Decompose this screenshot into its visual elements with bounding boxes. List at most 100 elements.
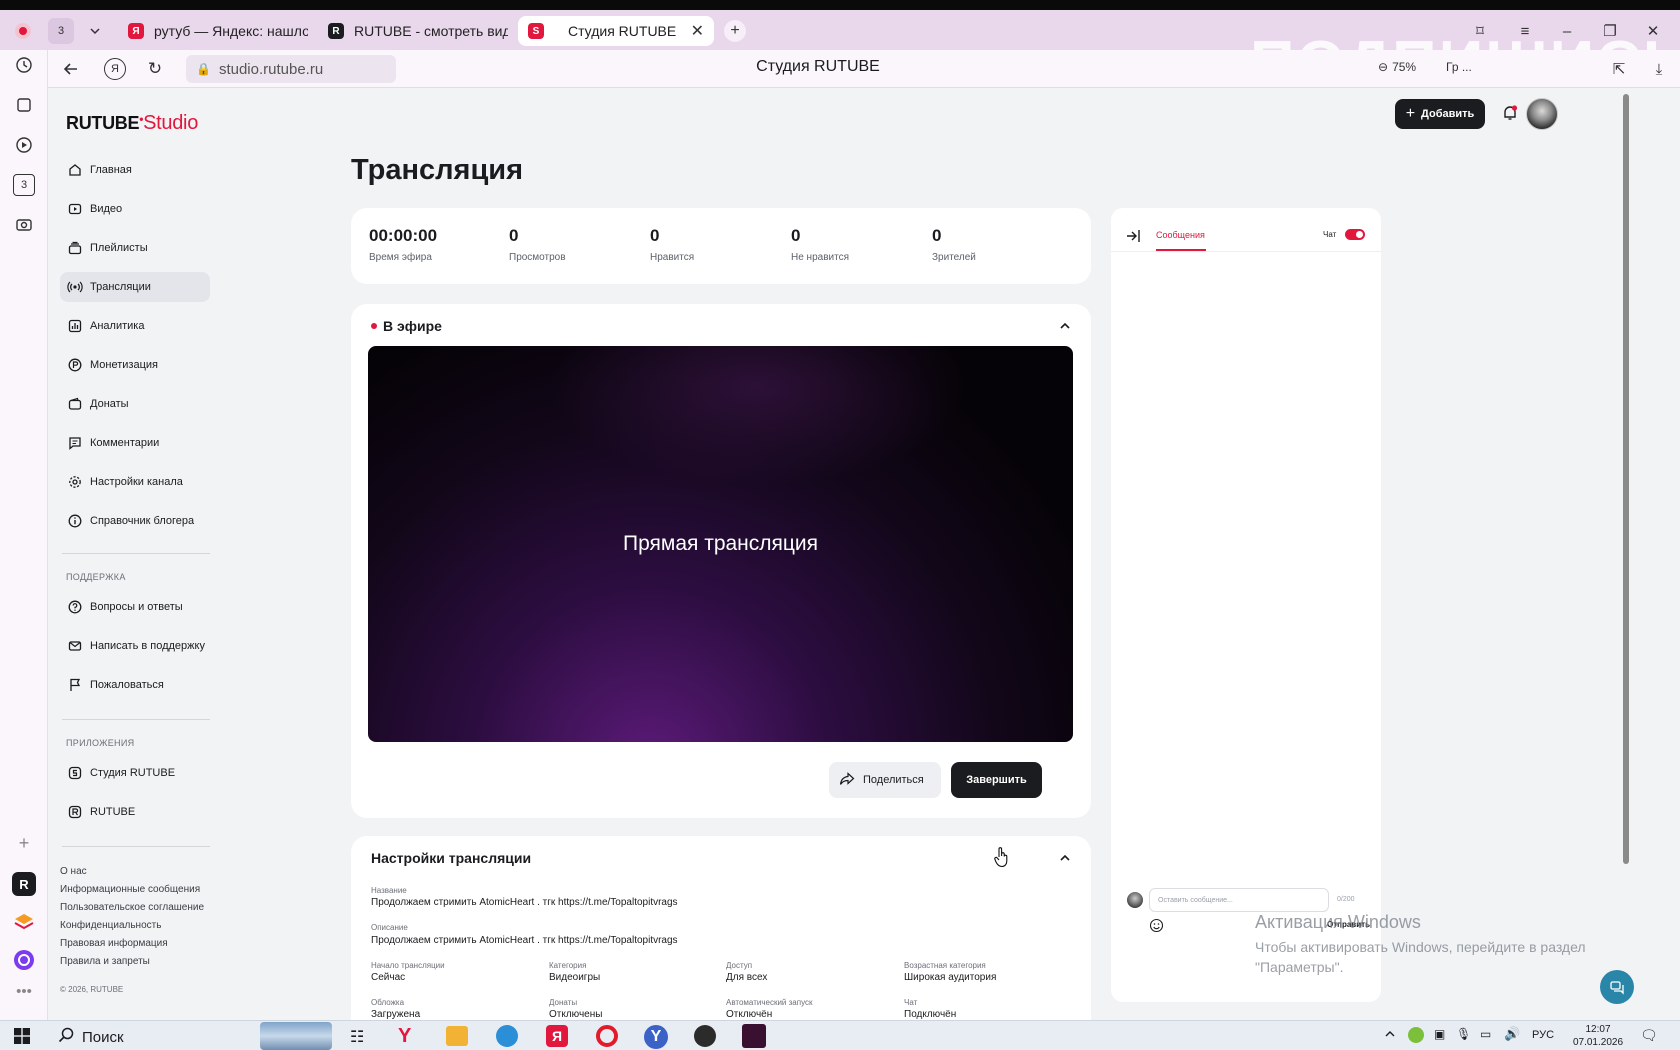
sidebar-item-report[interactable]: Пожаловаться xyxy=(60,670,210,700)
tab-rutube[interactable]: R RUTUBE - смотреть виде xyxy=(318,16,508,46)
sidebar-item-playlists[interactable]: Плейлисты xyxy=(60,233,210,263)
sidebar-item-analytics[interactable]: Аналитика xyxy=(60,311,210,341)
logo-main: RUTUBE xyxy=(66,113,140,133)
share-page-icon[interactable]: ⇱ xyxy=(1608,58,1630,80)
tray-network-icon[interactable]: ▭ xyxy=(1480,1027,1491,1041)
task-view-icon[interactable]: ☷ xyxy=(350,1027,368,1046)
stat-label: Время эфира xyxy=(369,252,432,263)
chevron-up-icon[interactable] xyxy=(1057,318,1073,334)
tab-counter[interactable]: 3 xyxy=(48,18,74,44)
emoji-icon[interactable] xyxy=(1149,918,1165,934)
sidebar-item-donations[interactable]: Донаты xyxy=(60,389,210,419)
more-icon[interactable]: ••• xyxy=(13,983,35,1000)
alice-panel-icon[interactable] xyxy=(12,948,36,972)
zoom-value: 75% xyxy=(1392,60,1417,74)
chat-toggle[interactable] xyxy=(1345,229,1365,240)
stats-card: 00:00:00 Время эфира 0 Просмотров 0 Нрав… xyxy=(351,208,1091,284)
footer-link-user-agreement[interactable]: Пользовательское соглашение xyxy=(60,902,204,913)
search-label: Поиск xyxy=(82,1028,124,1046)
extension-label[interactable]: Гр ... xyxy=(1446,60,1472,74)
sidebar-item-video[interactable]: Видео xyxy=(60,194,210,224)
sidebar-item-write-support[interactable]: Написать в поддержку xyxy=(60,631,210,661)
collections-icon[interactable] xyxy=(13,94,35,116)
sidebar-item-label: Вопросы и ответы xyxy=(90,601,183,613)
tab-studio-rutube[interactable]: S Студия RUTUBE ✕ xyxy=(518,16,714,46)
rutube-panel-icon[interactable]: R xyxy=(12,872,36,896)
tray-volume-icon[interactable]: 🔊 xyxy=(1504,1026,1520,1042)
download-icon[interactable]: ⤓ xyxy=(1648,58,1670,80)
mail-app-icon[interactable] xyxy=(496,1025,518,1047)
sidebar-item-channel-settings[interactable]: Настройки канала xyxy=(60,467,210,497)
play-icon[interactable] xyxy=(13,134,35,156)
sidebar-item-comments[interactable]: Комментарии xyxy=(60,428,210,458)
yandex-app-icon[interactable]: Я xyxy=(546,1025,568,1047)
yandex-music-icon[interactable]: Y xyxy=(644,1025,668,1049)
tray-language[interactable]: РУС xyxy=(1532,1029,1554,1041)
sidebar-item-blogger-guide[interactable]: Справочник блогера xyxy=(60,506,210,536)
layers-panel-icon[interactable] xyxy=(12,910,36,934)
sidebar-item-rutube-app[interactable]: RUTUBE xyxy=(60,797,210,827)
footer-link-privacy[interactable]: Конфиденциальность xyxy=(60,920,161,931)
rutube-favicon-icon: R xyxy=(328,23,344,39)
add-button[interactable]: + Добавить xyxy=(1395,99,1485,129)
windows-start-icon[interactable] xyxy=(14,1028,30,1044)
screenshot-icon[interactable] xyxy=(13,214,35,236)
comment-icon xyxy=(66,434,84,452)
history-icon[interactable] xyxy=(13,54,35,76)
url-text: studio.rutube.ru xyxy=(218,60,324,78)
sidebar-item-home[interactable]: Главная xyxy=(60,155,210,185)
tab-messages[interactable]: Сообщения xyxy=(1156,230,1205,240)
clock-time: 12:07 xyxy=(1585,1024,1611,1035)
sidebar-item-broadcasts[interactable]: Трансляции xyxy=(60,272,210,302)
bell-icon[interactable] xyxy=(1501,104,1521,124)
sidebar-item-faq[interactable]: Вопросы и ответы xyxy=(60,592,210,622)
obs-icon[interactable] xyxy=(694,1025,716,1047)
chevron-up-icon[interactable] xyxy=(1057,850,1073,866)
video-player[interactable]: Прямая трансляция xyxy=(368,346,1073,742)
scrollbar-thumb[interactable] xyxy=(1623,94,1629,864)
sidebar-item-label: Видео xyxy=(90,203,123,215)
tray-app-icon[interactable] xyxy=(1408,1027,1424,1043)
footer-link-rules[interactable]: Правила и запреты xyxy=(60,956,150,967)
rutube-studio-logo[interactable]: RUTUBE•Studio xyxy=(66,112,198,135)
zoom-indicator[interactable]: ⊖ 75% xyxy=(1378,60,1416,74)
reload-icon[interactable]: ↻ xyxy=(144,58,166,80)
chat-avatar xyxy=(1127,892,1143,908)
yandex-home-icon[interactable]: Я xyxy=(104,58,126,80)
footer-link-legal[interactable]: Правовая информация xyxy=(60,938,168,949)
chevron-down-icon[interactable] xyxy=(84,20,106,42)
notifications-icon[interactable]: 🗨 xyxy=(1640,1027,1658,1044)
share-button[interactable]: Поделиться xyxy=(829,762,941,798)
avatar[interactable] xyxy=(1526,98,1558,130)
help-chat-button[interactable] xyxy=(1600,970,1634,1004)
tray-chevron-icon[interactable] xyxy=(1384,1028,1396,1043)
footer-link-about[interactable]: О нас xyxy=(60,866,87,877)
opera-icon[interactable] xyxy=(596,1025,618,1047)
new-tab-icon[interactable]: + xyxy=(724,20,746,42)
taskbar-search[interactable]: Поиск xyxy=(58,1027,124,1047)
live-card: В эфире Прямая трансляция Поделиться Зав… xyxy=(351,304,1091,818)
end-broadcast-button[interactable]: Завершить xyxy=(951,762,1042,798)
activation-text: Чтобы активировать Windows, перейдите в … xyxy=(1255,939,1586,955)
tray-device-icon[interactable]: ▣ xyxy=(1434,1027,1445,1041)
add-panel-icon[interactable]: + xyxy=(13,832,35,854)
footer-link-info-messages[interactable]: Информационные сообщения xyxy=(60,884,200,895)
url-field[interactable]: 🔒 studio.rutube.ru xyxy=(186,55,396,83)
browser-logo-icon[interactable] xyxy=(12,20,34,42)
tray-mic-icon[interactable]: 🎙 xyxy=(1456,1027,1471,1041)
close-icon[interactable]: ✕ xyxy=(691,21,704,41)
sidebar-divider xyxy=(62,846,210,847)
yandex-browser-taskbar-icon[interactable]: Y xyxy=(398,1025,420,1047)
back-icon[interactable] xyxy=(60,58,82,80)
game-app-icon[interactable] xyxy=(742,1024,766,1048)
page-scrollbar[interactable] xyxy=(1620,88,1632,1020)
tray-clock[interactable]: 12:07 07.01.2026 xyxy=(1568,1023,1628,1049)
file-explorer-icon[interactable] xyxy=(446,1026,468,1046)
tab-yandex-search[interactable]: Я рутуб — Яндекс: нашлось xyxy=(118,16,308,46)
chat-message-input[interactable]: Оставить сообщение... xyxy=(1149,888,1329,912)
sidebar-item-studio-app[interactable]: Студия RUTUBE xyxy=(60,758,210,788)
collapse-chat-icon[interactable] xyxy=(1125,228,1141,244)
sidebar-item-monetization[interactable]: Монетизация xyxy=(60,350,210,380)
weather-widget-icon[interactable] xyxy=(260,1022,332,1050)
rail-badge[interactable]: 3 xyxy=(13,174,35,196)
